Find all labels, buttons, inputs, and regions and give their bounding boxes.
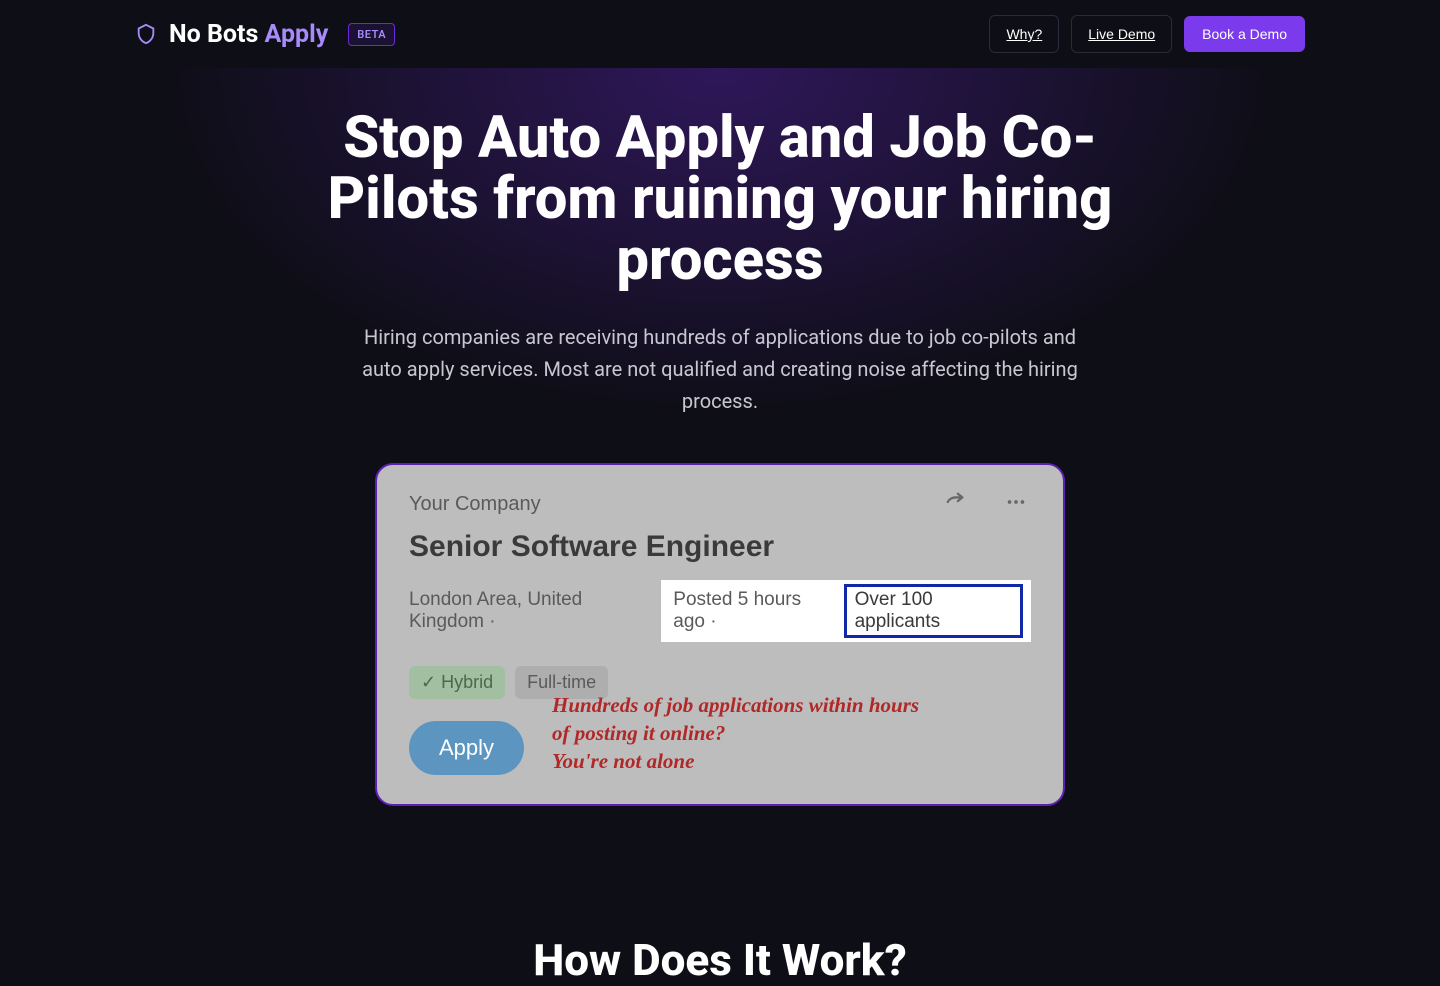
how-it-works-heading: How Does It Work? xyxy=(0,934,1440,986)
how-it-works-section: How Does It Work? xyxy=(0,876,1440,986)
hero-section: Stop Auto Apply and Job Co-Pilots from r… xyxy=(0,68,1440,876)
hero-title: Stop Auto Apply and Job Co-Pilots from r… xyxy=(310,108,1130,291)
job-card: Your Company Senior Software Engineer Lo… xyxy=(377,465,1063,804)
shield-icon xyxy=(135,23,157,45)
more-icon xyxy=(1001,491,1031,513)
header: No Bots Apply BETA Why? Live Demo Book a… xyxy=(0,0,1440,68)
share-icon xyxy=(941,491,971,513)
live-demo-link[interactable]: Live Demo xyxy=(1071,15,1172,53)
job-title: Senior Software Engineer xyxy=(409,530,1031,564)
brand-accent: Apply xyxy=(265,20,329,49)
why-link[interactable]: Why? xyxy=(989,15,1059,53)
posted-text: Posted 5 hours ago · xyxy=(673,589,837,633)
callout-line-2: You're not alone xyxy=(552,749,694,773)
apply-button: Apply xyxy=(409,721,524,775)
card-bottom-row: Apply Hundreds of job applications withi… xyxy=(409,721,1031,776)
job-meta-row: London Area, United Kingdom · Posted 5 h… xyxy=(409,580,1031,642)
hero-subtitle: Hiring companies are receiving hundreds … xyxy=(350,321,1090,417)
company-name: Your Company xyxy=(409,493,1031,516)
applicants-highlight: Over 100 applicants xyxy=(844,584,1023,638)
job-location: London Area, United Kingdom · xyxy=(409,589,657,633)
logo-group: No Bots Apply BETA xyxy=(135,20,395,49)
brand-prefix: No Bots xyxy=(169,20,265,49)
nav-actions: Why? Live Demo Book a Demo xyxy=(989,15,1305,53)
callout-line-1: Hundreds of job applications within hour… xyxy=(552,693,919,745)
brand-text: No Bots Apply xyxy=(169,20,328,49)
job-card-illustration: Your Company Senior Software Engineer Lo… xyxy=(375,463,1065,806)
hybrid-badge: Hybrid xyxy=(409,666,505,699)
posted-time: Posted 5 hours ago · Over 100 applicants xyxy=(661,580,1031,642)
beta-badge: BETA xyxy=(348,23,395,46)
callout-annotation: Hundreds of job applications within hour… xyxy=(552,691,932,776)
book-demo-button[interactable]: Book a Demo xyxy=(1184,16,1305,52)
card-top-icons xyxy=(941,491,1031,513)
